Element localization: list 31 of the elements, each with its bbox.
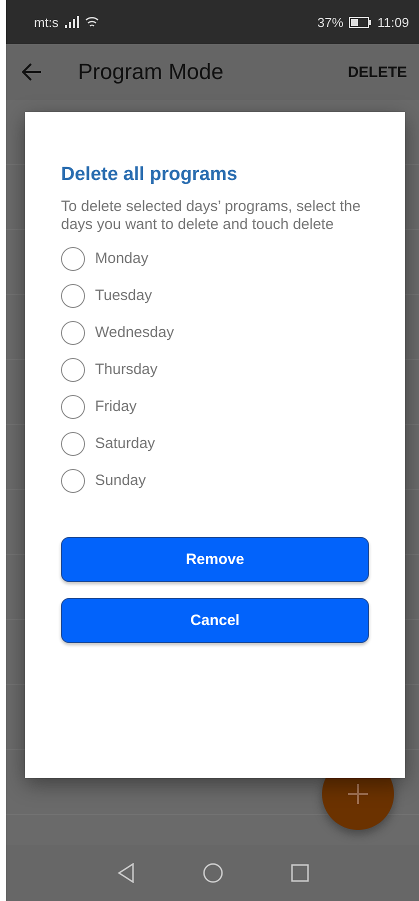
day-label: Saturday xyxy=(95,435,156,452)
battery-percent: 37% xyxy=(317,14,344,30)
signal-icon xyxy=(64,16,79,28)
back-icon[interactable] xyxy=(116,863,134,883)
back-arrow-icon[interactable] xyxy=(22,63,42,81)
battery-icon xyxy=(349,16,372,28)
screen-title: Program Mode xyxy=(78,59,225,85)
radio-button[interactable] xyxy=(61,320,85,344)
cancel-button[interactable]: Cancel xyxy=(61,598,369,643)
radio-button[interactable] xyxy=(61,432,85,456)
radio-button[interactable] xyxy=(61,246,85,270)
delete-action[interactable]: DELETE xyxy=(344,60,411,84)
radio-button[interactable] xyxy=(61,468,85,492)
home-icon[interactable] xyxy=(202,863,222,883)
day-label: Sunday xyxy=(95,472,146,489)
plus-icon xyxy=(348,784,368,804)
carrier-name: mt:s xyxy=(34,14,59,30)
wifi-icon xyxy=(84,16,99,28)
clock-time: 11:09 xyxy=(377,14,409,30)
day-label: Thursday xyxy=(95,361,158,378)
day-label: Wednesday xyxy=(95,324,174,341)
day-label: Friday xyxy=(95,398,137,415)
radio-button[interactable] xyxy=(61,358,85,382)
day-label: Tuesday xyxy=(95,287,152,304)
dialog-title: Delete all programs xyxy=(61,164,238,186)
remove-button[interactable]: Remove xyxy=(61,537,369,582)
radio-button[interactable] xyxy=(61,284,85,308)
recents-icon[interactable] xyxy=(290,864,308,882)
dialog-message: To delete selected days’ programs, select the days you want to delete and touch delete xyxy=(61,198,362,234)
radio-button[interactable] xyxy=(61,394,85,418)
day-label: Monday xyxy=(95,250,148,267)
